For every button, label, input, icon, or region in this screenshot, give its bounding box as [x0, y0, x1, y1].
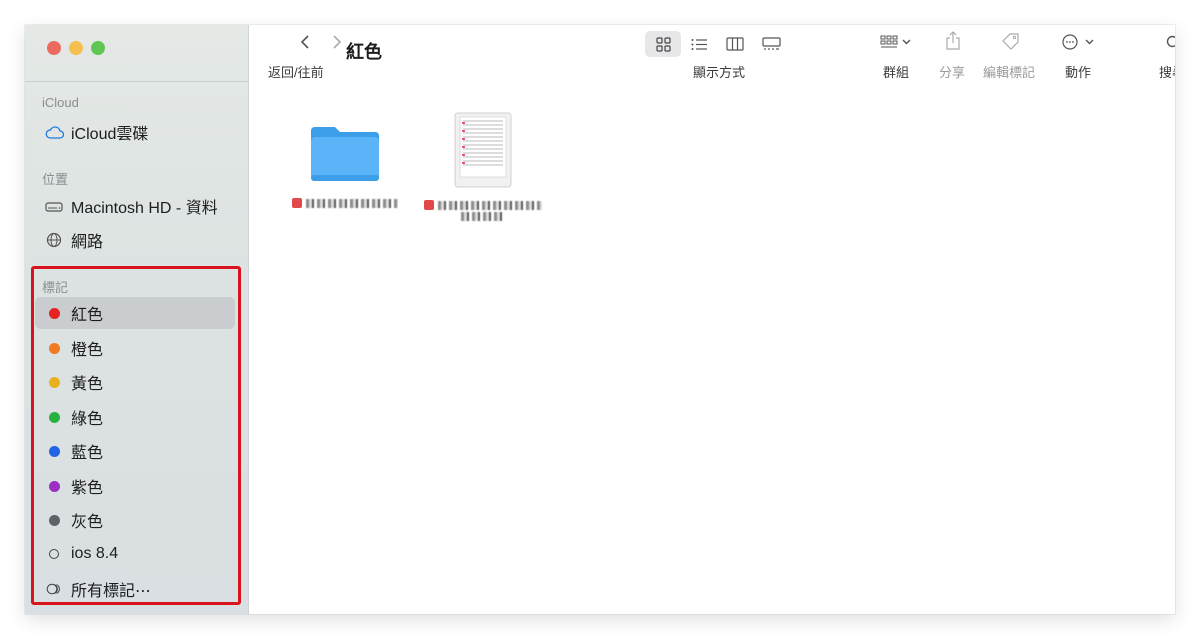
group-button[interactable] — [880, 35, 912, 53]
tag-icon — [1002, 33, 1019, 50]
sidebar-item-label: Macintosh HD - 資料 — [71, 200, 218, 217]
group-icon — [880, 35, 911, 48]
list-view-button[interactable] — [681, 31, 717, 57]
file-name-redacted — [423, 200, 543, 210]
back-chevron-icon[interactable] — [300, 34, 310, 52]
sidebar-item-icloud-drive[interactable]: iCloud雲碟 — [35, 116, 235, 148]
group-label: 群組 — [883, 65, 910, 80]
traffic-lights — [47, 41, 105, 55]
forward-chevron-icon[interactable] — [332, 34, 342, 54]
view-mode-label: 顯示方式 — [693, 65, 746, 80]
edit-tags-label: 編輯標記 — [983, 65, 1036, 80]
file-name-redacted-line2 — [423, 212, 543, 221]
column-view-button[interactable] — [717, 31, 753, 57]
columns-icon — [726, 37, 744, 51]
sidebar-item-label: iCloud雲碟 — [71, 126, 149, 143]
finder-window: iCloud iCloud雲碟 位置 Macintosh HD - 資料 網路 … — [25, 25, 1175, 614]
action-label: 動作 — [1065, 65, 1092, 80]
gallery-view-button[interactable] — [753, 31, 789, 57]
tags-highlight-box — [31, 266, 241, 605]
search-icon — [1166, 35, 1175, 48]
file-browser-content — [249, 105, 1175, 614]
close-button[interactable] — [47, 41, 61, 55]
file-item-folder[interactable] — [285, 117, 405, 208]
folder-icon — [311, 127, 379, 181]
action-button[interactable] — [1062, 34, 1100, 54]
section-label-icloud: iCloud — [42, 95, 79, 110]
icon-view-button[interactable] — [645, 31, 681, 57]
section-label-locations: 位置 — [42, 172, 69, 187]
gallery-icon — [761, 37, 781, 50]
sidebar: iCloud iCloud雲碟 位置 Macintosh HD - 資料 網路 … — [25, 25, 249, 614]
minimize-button[interactable] — [69, 41, 83, 55]
document-thumbnail-icon — [454, 112, 512, 188]
sidebar-divider — [25, 81, 248, 82]
grid-icon — [655, 36, 671, 52]
toolbar: 返回/往前 紅色 顯示方式 群組 分享 編輯標記 動作 搜 — [248, 25, 1175, 105]
window-title: 紅色 — [346, 42, 382, 62]
zoom-button[interactable] — [91, 41, 105, 55]
share-button[interactable] — [945, 31, 961, 54]
red-tag-icon — [424, 200, 434, 210]
hard-drive-icon — [43, 200, 65, 212]
edit-tags-button[interactable] — [1001, 32, 1021, 54]
globe-icon — [43, 232, 65, 248]
view-mode-segmented — [645, 31, 789, 57]
cloud-icon — [43, 125, 65, 139]
sidebar-item-label: 網路 — [71, 234, 104, 251]
sidebar-item-network[interactable]: 網路 — [35, 224, 235, 256]
red-tag-icon — [292, 198, 302, 208]
search-label: 搜尋 — [1159, 65, 1175, 80]
file-name-redacted — [285, 198, 405, 208]
back-forward-label: 返回/往前 — [268, 65, 324, 80]
share-label: 分享 — [939, 65, 966, 80]
sidebar-item-macintosh-hd[interactable]: Macintosh HD - 資料 — [35, 190, 235, 222]
more-icon — [1062, 34, 1094, 50]
share-icon — [946, 31, 960, 50]
list-icon — [691, 38, 707, 50]
search-button[interactable] — [1166, 35, 1175, 55]
file-item-document[interactable] — [423, 111, 543, 221]
